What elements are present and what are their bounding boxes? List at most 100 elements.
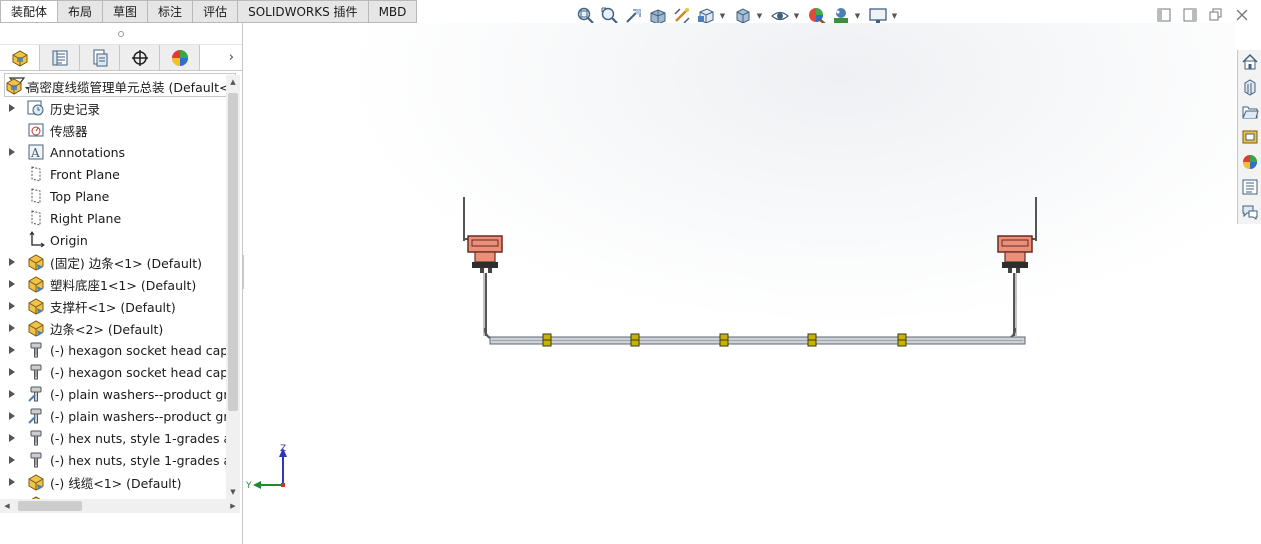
triad-z-label: Z bbox=[280, 444, 286, 454]
tree-item[interactable]: 塑料底座1<1> (Default) bbox=[0, 273, 226, 295]
tree-item[interactable]: (-) plain washers--product grade bbox=[0, 405, 226, 427]
design-library-icon[interactable] bbox=[1238, 75, 1261, 99]
tile-right-icon[interactable] bbox=[1181, 6, 1199, 24]
expand-arrow-icon[interactable] bbox=[9, 141, 17, 163]
tab-2[interactable]: 草图 bbox=[103, 0, 149, 23]
tab-5[interactable]: SOLIDWORKS 插件 bbox=[238, 0, 369, 23]
configurationmanager-icon[interactable] bbox=[80, 45, 120, 70]
tree-item-label: 传感器 bbox=[50, 123, 88, 139]
tab-1[interactable]: 布局 bbox=[58, 0, 104, 23]
tree-item[interactable]: (-) plain washers--product grade bbox=[0, 383, 226, 405]
propertymanager-icon[interactable] bbox=[40, 45, 80, 70]
tree-item-label: 高密度线缆管理单元总装 (Default<Displ bbox=[27, 79, 226, 95]
featuremanager-icon[interactable] bbox=[0, 45, 40, 70]
tree-horizontal-scrollbar[interactable]: ◀ ▶ bbox=[0, 499, 240, 513]
expand-arrow-icon[interactable] bbox=[9, 405, 17, 427]
scroll-up-arrow[interactable]: ▲ bbox=[226, 75, 240, 89]
custom-properties-icon[interactable] bbox=[1238, 175, 1261, 199]
scroll-left-arrow[interactable]: ◀ bbox=[0, 499, 14, 513]
view-palette-icon[interactable] bbox=[1238, 125, 1261, 149]
close-icon[interactable] bbox=[1233, 6, 1251, 24]
tree-item-label: Right Plane bbox=[50, 210, 122, 226]
tab-3[interactable]: 标注 bbox=[148, 0, 194, 23]
svg-text:A: A bbox=[30, 146, 40, 160]
tree-item[interactable]: 支撑杆<1> (Default) bbox=[0, 295, 226, 317]
tree-item-label: (-) hexagon socket head cap screw bbox=[50, 364, 226, 380]
tree-item-label: (固定) 边条<1> (Default) bbox=[50, 255, 203, 271]
tree-item[interactable]: 传感器 bbox=[0, 119, 226, 141]
restore-icon[interactable] bbox=[1207, 6, 1225, 24]
screw-part-icon bbox=[27, 451, 45, 469]
screw-part-icon bbox=[27, 429, 45, 447]
tree-vertical-scrollbar[interactable]: ▲ ▼ bbox=[226, 75, 240, 499]
displaymanager-icon[interactable] bbox=[160, 45, 200, 70]
expand-arrow-icon[interactable] bbox=[9, 383, 17, 405]
forum-icon[interactable] bbox=[1238, 200, 1261, 224]
tree-item-label: Annotations bbox=[50, 144, 126, 160]
tree-item-label: Origin bbox=[50, 232, 88, 248]
expand-arrow-icon[interactable] bbox=[9, 251, 17, 273]
subassembly-icon bbox=[27, 319, 45, 337]
expand-arrow-icon[interactable] bbox=[9, 295, 17, 317]
left-bracket-assembly bbox=[463, 197, 503, 336]
dimxpertmanager-icon[interactable] bbox=[120, 45, 160, 70]
appearances-icon[interactable] bbox=[1238, 150, 1261, 174]
tree-item[interactable]: Right Plane bbox=[0, 207, 226, 229]
expand-arrow-icon[interactable] bbox=[9, 317, 17, 339]
plane-icon bbox=[27, 165, 45, 183]
washer-part-icon bbox=[27, 407, 45, 425]
tree-item[interactable]: 历史记录 bbox=[0, 97, 226, 119]
tree-item[interactable]: (-) hex nuts, style 1-grades ab bbox=[0, 449, 226, 471]
tree-item[interactable]: Front Plane bbox=[0, 163, 226, 185]
tree-root[interactable]: 高密度线缆管理单元总装 (Default<Displ bbox=[0, 75, 226, 97]
tree-item[interactable]: A Annotations bbox=[0, 141, 226, 163]
assembly-model[interactable] bbox=[244, 23, 1235, 544]
manager-tabs-more-arrow[interactable]: › bbox=[200, 45, 242, 70]
tile-left-icon[interactable] bbox=[1155, 6, 1173, 24]
expand-arrow-icon[interactable] bbox=[9, 97, 17, 119]
tab-4[interactable]: 评估 bbox=[193, 0, 239, 23]
graphics-area[interactable]: Z Y bbox=[244, 23, 1235, 544]
tree-item-label: (-) plain washers--product grade bbox=[50, 408, 226, 424]
triad-y-label: Y bbox=[246, 481, 252, 491]
expand-arrow-icon[interactable] bbox=[9, 471, 17, 493]
tree-item-label: Top Plane bbox=[50, 188, 110, 204]
scroll-down-arrow[interactable]: ▼ bbox=[226, 485, 240, 499]
tree-item[interactable]: Top Plane bbox=[0, 185, 226, 207]
expand-arrow-icon[interactable] bbox=[9, 361, 17, 383]
tab-6[interactable]: MBD bbox=[368, 0, 418, 23]
hscroll-thumb[interactable] bbox=[18, 501, 82, 511]
annotations-icon: A bbox=[27, 143, 45, 161]
expand-arrow-icon[interactable] bbox=[9, 273, 17, 295]
cable-rail bbox=[489, 336, 1026, 345]
expand-arrow-icon[interactable] bbox=[9, 339, 17, 361]
expand-arrow-icon[interactable] bbox=[9, 427, 17, 449]
right-bracket-assembly bbox=[997, 197, 1037, 336]
tree-item[interactable]: (-) hex nuts, style 1-grades ab bbox=[0, 427, 226, 449]
document-window-controls bbox=[1155, 6, 1251, 24]
tree-item[interactable]: (固定) 边条<1> (Default) bbox=[0, 251, 226, 273]
tree-item[interactable]: (-) hexagon socket head cap screw bbox=[0, 361, 226, 383]
tree-item-label: (-) hex nuts, style 1-grades ab bbox=[50, 452, 226, 468]
scroll-right-arrow[interactable]: ▶ bbox=[226, 499, 240, 513]
expand-arrow-icon[interactable] bbox=[9, 449, 17, 471]
reference-triad: Z Y bbox=[246, 444, 287, 491]
tree-item-label: (-) 线缆<1> (Default) bbox=[50, 475, 182, 491]
file-explorer-icon[interactable] bbox=[1238, 100, 1261, 124]
tree-item[interactable]: (-) 线缆<1> (Default) bbox=[0, 471, 226, 493]
scroll-thumb[interactable] bbox=[228, 93, 238, 411]
tree-item-label: 历史记录 bbox=[50, 101, 101, 117]
tree-item[interactable]: (-) hexagon socket head cap screw bbox=[0, 339, 226, 361]
plane-icon bbox=[27, 209, 45, 227]
panel-grip[interactable] bbox=[0, 23, 242, 45]
solidworks-window: 装配体 布局 草图 标注 评估 SOLIDWORKS 插件 MBD ▼ ▼ ▼ … bbox=[0, 0, 1261, 544]
tree-item-label: (-) plain washers--product grade bbox=[50, 386, 226, 402]
washer-part-icon bbox=[27, 385, 45, 403]
tab-0[interactable]: 装配体 bbox=[0, 0, 59, 23]
tree-item[interactable]: Origin bbox=[0, 229, 226, 251]
subassembly-icon bbox=[27, 297, 45, 315]
home-icon[interactable] bbox=[1238, 50, 1261, 74]
screw-part-icon bbox=[27, 363, 45, 381]
tree-item[interactable]: 边条<2> (Default) bbox=[0, 317, 226, 339]
tree-item-label: (-) hex nuts, style 1-grades ab bbox=[50, 430, 226, 446]
